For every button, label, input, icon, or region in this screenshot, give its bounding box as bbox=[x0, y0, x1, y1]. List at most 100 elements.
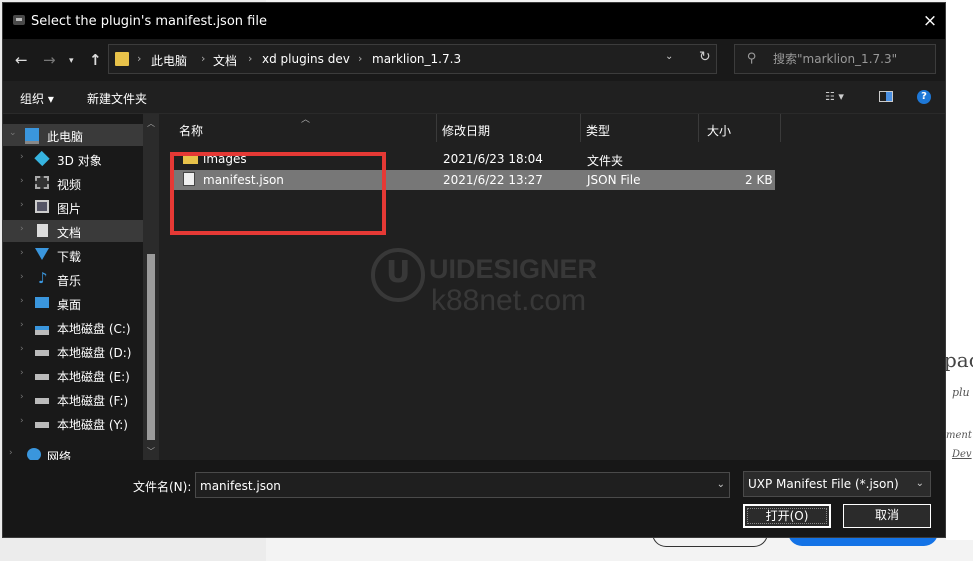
file-date: 2021/6/23 18:04 bbox=[443, 152, 543, 166]
scroll-up-icon[interactable]: ︿ bbox=[147, 118, 155, 129]
sidebar-item-desktop[interactable]: › 桌面 bbox=[3, 292, 143, 314]
breadcrumb-marklion[interactable]: marklion_1.7.3 bbox=[372, 52, 461, 66]
sidebar-item-label: 本地磁盘 (E:) bbox=[57, 370, 130, 384]
breadcrumb-documents[interactable]: 文档 bbox=[213, 52, 237, 69]
filetype-value: UXP Manifest File (*.json) bbox=[748, 477, 899, 491]
chevron-right-icon[interactable]: › bbox=[20, 368, 24, 378]
watermark-logo-letter: U bbox=[386, 255, 411, 290]
chevron-right-icon[interactable]: › bbox=[20, 392, 24, 402]
watermark-text: UIDESIGNER bbox=[429, 254, 598, 284]
sidebar-item-videos[interactable]: › 视频 bbox=[3, 172, 143, 194]
dialog-title: Select the plugin's manifest.json file bbox=[31, 14, 267, 29]
chevron-right-icon[interactable]: › bbox=[20, 176, 24, 186]
up-folder-button[interactable]: ↑ bbox=[89, 51, 102, 69]
chevron-down-icon[interactable]: ⌄ bbox=[665, 51, 673, 62]
highlight-annotation-box bbox=[170, 152, 386, 235]
filename-combobox: ⌄ bbox=[195, 472, 730, 498]
chevron-right-icon[interactable]: › bbox=[20, 416, 24, 426]
chevron-right-icon[interactable]: › bbox=[20, 296, 24, 306]
file-size: 2 KB bbox=[745, 173, 773, 187]
chevron-right-icon[interactable]: › bbox=[9, 448, 13, 458]
column-header-type[interactable]: 类型 bbox=[581, 114, 699, 142]
drive-windows-icon bbox=[35, 326, 49, 335]
breadcrumb-separator: › bbox=[248, 52, 253, 65]
dialog-footer: 文件名(N): ⌄ UXP Manifest File (*.json) ⌄ 打… bbox=[3, 460, 945, 537]
recent-locations-button[interactable]: ▾ bbox=[69, 56, 74, 66]
sidebar-item-label: 本地磁盘 (F:) bbox=[57, 394, 129, 408]
watermark: U UIDESIGNER k88net.com bbox=[371, 244, 621, 324]
breadcrumb-separator: › bbox=[137, 52, 142, 65]
column-header-label: 修改日期 bbox=[442, 124, 491, 138]
sidebar-item-drive-e[interactable]: › 本地磁盘 (E:) bbox=[3, 364, 143, 386]
back-button[interactable]: ← bbox=[15, 51, 28, 69]
new-folder-button[interactable]: 新建文件夹 bbox=[87, 90, 147, 107]
command-bar: 组织 ▾ 新建文件夹 ☷ ▾ ? bbox=[3, 81, 945, 114]
chevron-down-icon[interactable]: ⌄ bbox=[717, 479, 725, 490]
sidebar-item-label: 下载 bbox=[57, 250, 82, 264]
sidebar-item-drive-y[interactable]: › 本地磁盘 (Y:) bbox=[3, 412, 143, 434]
filename-input[interactable] bbox=[200, 478, 700, 494]
address-bar[interactable]: › 此电脑 › 文档 › xd plugins dev › marklion_1… bbox=[108, 44, 717, 74]
chevron-right-icon[interactable]: › bbox=[20, 272, 24, 282]
chevron-right-icon[interactable]: › bbox=[20, 152, 24, 162]
sidebar-item-drive-d[interactable]: › 本地磁盘 (D:) bbox=[3, 340, 143, 362]
desktop-icon bbox=[35, 297, 49, 308]
breadcrumb-xd-plugins-dev[interactable]: xd plugins dev bbox=[262, 52, 350, 66]
app-icon bbox=[13, 15, 25, 25]
chevron-right-icon[interactable]: › bbox=[20, 320, 24, 330]
sidebar-item-network[interactable]: › 网络 bbox=[3, 444, 143, 460]
chevron-right-icon[interactable]: › bbox=[20, 344, 24, 354]
open-button[interactable]: 打开(O) bbox=[743, 504, 831, 528]
file-date: 2021/6/22 13:27 bbox=[443, 173, 543, 187]
sidebar-item-drive-c[interactable]: › 本地磁盘 (C:) bbox=[3, 316, 143, 338]
view-options-button[interactable]: ☷ ▾ bbox=[825, 90, 859, 103]
column-header-label: 名称 bbox=[179, 124, 204, 138]
chevron-right-icon[interactable]: › bbox=[20, 224, 24, 234]
sidebar-item-documents[interactable]: › 文档 bbox=[3, 220, 143, 242]
filename-label: 文件名(N): bbox=[133, 480, 192, 494]
close-button[interactable]: × bbox=[915, 3, 945, 39]
sidebar-item-drive-f[interactable]: › 本地磁盘 (F:) bbox=[3, 388, 143, 410]
sidebar-item-label: 桌面 bbox=[57, 298, 82, 312]
column-header-date[interactable]: 修改日期 bbox=[437, 114, 581, 142]
chevron-down-icon[interactable]: ⌄ bbox=[9, 128, 17, 138]
preview-pane-icon[interactable] bbox=[879, 91, 893, 102]
filetype-select[interactable]: UXP Manifest File (*.json) ⌄ bbox=[743, 471, 931, 497]
download-icon bbox=[35, 248, 49, 260]
scrollbar-thumb[interactable] bbox=[147, 254, 155, 440]
sidebar-item-label: 文档 bbox=[57, 226, 82, 240]
chevron-right-icon[interactable]: › bbox=[20, 200, 24, 210]
column-header-label: 大小 bbox=[707, 124, 732, 138]
watermark-url: k88net.com bbox=[431, 284, 587, 317]
background-text: ment bbox=[946, 430, 972, 441]
sidebar-item-music[interactable]: › ♪ 音乐 bbox=[3, 268, 143, 290]
refresh-icon[interactable]: ↻ bbox=[699, 49, 711, 65]
organize-button[interactable]: 组织 ▾ bbox=[20, 90, 54, 107]
search-icon: ⚲ bbox=[747, 51, 757, 66]
film-icon bbox=[35, 176, 49, 189]
breadcrumb-separator: › bbox=[201, 52, 206, 65]
sidebar-item-3d-objects[interactable]: › 3D 对象 bbox=[3, 148, 143, 170]
help-icon[interactable]: ? bbox=[917, 90, 931, 104]
sidebar-item-pictures[interactable]: › 图片 bbox=[3, 196, 143, 218]
forward-button[interactable]: → bbox=[43, 51, 56, 69]
search-input[interactable] bbox=[773, 51, 928, 67]
chevron-right-icon[interactable]: › bbox=[20, 248, 24, 258]
cancel-button[interactable]: 取消 bbox=[843, 504, 931, 528]
network-icon bbox=[27, 448, 41, 460]
drive-icon bbox=[35, 350, 49, 356]
sidebar-item-this-pc[interactable]: ⌄ 此电脑 bbox=[3, 124, 143, 146]
sidebar-item-label: 视频 bbox=[57, 178, 82, 192]
column-header-label: 类型 bbox=[586, 124, 611, 138]
search-box: ⚲ bbox=[734, 44, 936, 74]
sidebar-item-label: 网络 bbox=[47, 450, 72, 460]
column-header-name[interactable]: 名称 ︿ bbox=[161, 114, 437, 142]
background-heading: pac bbox=[944, 348, 973, 372]
sidebar-item-downloads[interactable]: › 下载 bbox=[3, 244, 143, 266]
file-type: 文件夹 bbox=[587, 154, 624, 168]
column-header-size[interactable]: 大小 bbox=[699, 114, 781, 142]
document-icon bbox=[37, 224, 48, 237]
scroll-down-icon[interactable]: ﹀ bbox=[147, 446, 155, 457]
file-open-dialog: Select the plugin's manifest.json file ×… bbox=[2, 2, 946, 538]
breadcrumb-this-pc[interactable]: 此电脑 bbox=[151, 52, 187, 69]
